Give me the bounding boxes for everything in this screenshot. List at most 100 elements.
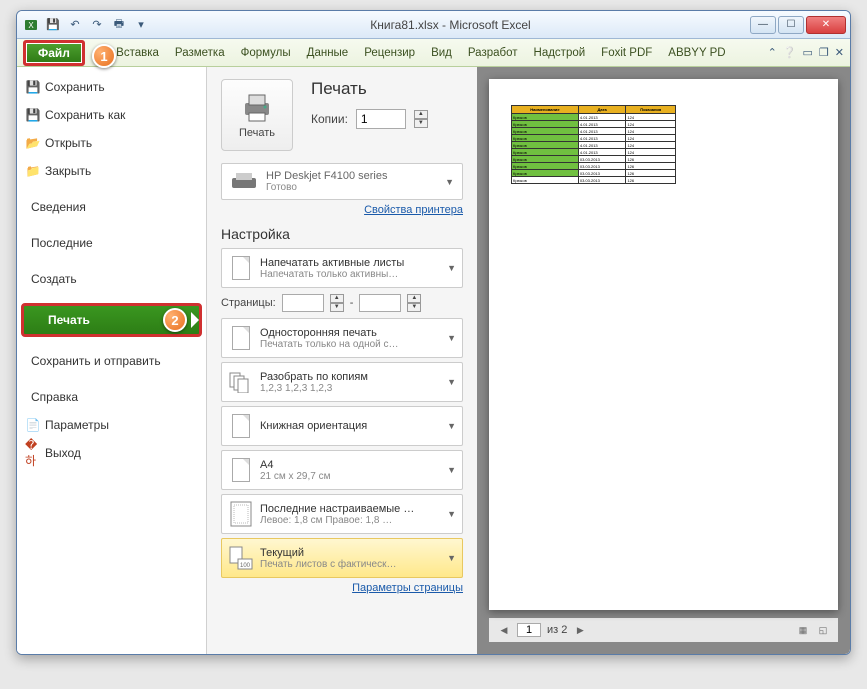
tab-addins[interactable]: Надстрой [527,43,593,63]
maximize-button[interactable]: ☐ [778,16,804,34]
settings-heading: Настройка [221,226,463,242]
tab-data[interactable]: Данные [300,43,356,63]
redo-icon[interactable]: ↷ [87,15,107,35]
setting-print-what[interactable]: Напечатать активные листыНапечатать толь… [221,248,463,288]
svg-text:100: 100 [240,563,251,569]
chevron-down-icon: ▼ [447,465,456,475]
chevron-down-icon: ▼ [447,509,456,519]
chevron-down-icon: ▼ [447,421,456,431]
collate-icon [228,368,254,396]
pages-from-input[interactable] [282,294,324,312]
nav-save[interactable]: 💾Сохранить [17,73,206,101]
quick-access-toolbar: X 💾 ↶ ↷ 🖶 ▾ [21,15,151,35]
pages-range-row: Страницы: ▲▼ - ▲▼ [221,294,463,312]
chevron-down-icon: ▼ [447,263,456,273]
tab-formulas[interactable]: Формулы [234,43,298,63]
show-margins-button[interactable]: ▦ [796,623,810,637]
nav-info[interactable]: Сведения [17,193,206,221]
pages-to-spinner[interactable]: ▲▼ [407,294,421,312]
tab-insert[interactable]: Вставка [109,43,166,63]
window-title: Книга81.xlsx - Microsoft Excel [151,18,750,32]
print-preview: НаименованиеДатаПоказания Крюков4.01.201… [477,67,850,654]
scaling-icon: 100 [228,544,254,572]
excel-icon[interactable]: X [21,15,41,35]
folder-close-icon: 📁 [25,163,41,179]
nav-close[interactable]: 📁Закрыть [17,157,206,185]
setting-margins[interactable]: Последние настраиваемые …Левое: 1,8 см П… [221,494,463,534]
print-heading: Печать [311,79,428,99]
titlebar: X 💾 ↶ ↷ 🖶 ▾ Книга81.xlsx - Microsoft Exc… [17,11,850,39]
file-tab[interactable]: Файл [23,40,85,66]
setting-collate[interactable]: Разобрать по копиям1,2,3 1,2,3 1,2,3 ▼ [221,362,463,402]
tab-abbyy[interactable]: ABBYY PD [661,43,732,63]
help-icon[interactable]: ❔ [783,46,797,59]
margins-icon [228,500,254,528]
single-side-icon [228,324,254,352]
svg-text:X: X [28,21,34,30]
ribbon-right-controls: ⌃ ❔ ▭ ❐ ✕ [768,46,844,59]
print-button[interactable]: Печать [221,79,293,151]
options-icon: 📄 [25,417,41,433]
save-icon[interactable]: 💾 [43,15,63,35]
chevron-down-icon: ▼ [445,177,454,187]
ribbon-minimize-icon[interactable]: ⌃ [768,46,777,59]
tab-view[interactable]: Вид [424,43,459,63]
sheets-icon [228,254,254,282]
zoom-to-page-button[interactable]: ◱ [816,623,830,637]
tab-layout[interactable]: Разметка [168,43,232,63]
preview-page: НаименованиеДатаПоказания Крюков4.01.201… [489,79,838,610]
chevron-down-icon: ▼ [447,553,456,563]
nav-print-label: Печать [48,313,90,327]
page-number-input[interactable] [517,623,541,637]
close-button[interactable]: ✕ [806,16,846,34]
doc-restore-icon[interactable]: ❐ [819,46,829,59]
minimize-button[interactable]: — [750,16,776,34]
callout-1: 1 [92,44,116,68]
page-total-label: из 2 [547,624,567,636]
chevron-down-icon: ▼ [447,377,456,387]
pages-to-input[interactable] [359,294,401,312]
print-panel: Печать Печать Копии: ▲▼ HP Deskje [207,67,850,654]
nav-share[interactable]: Сохранить и отправить [17,347,206,375]
printer-properties-link[interactable]: Свойства принтера [221,204,463,216]
copies-spinner[interactable]: ▲▼ [414,110,428,128]
undo-icon[interactable]: ↶ [65,15,85,35]
page-setup-link[interactable]: Параметры страницы [221,582,463,594]
setting-scaling[interactable]: 100 ТекущийПечать листов с фактическ… ▼ [221,538,463,578]
nav-help[interactable]: Справка [17,383,206,411]
callout-2: 2 [163,308,187,332]
preview-table: НаименованиеДатаПоказания Крюков4.01.201… [511,105,676,184]
setting-duplex[interactable]: Односторонняя печатьПечатать только на о… [221,318,463,358]
tab-review[interactable]: Рецензир [357,43,422,63]
print-quick-icon[interactable]: 🖶 [109,15,129,35]
preview-footer: ◀ из 2 ▶ ▦ ◱ [489,618,838,642]
portrait-icon [228,412,254,440]
paper-icon [228,456,254,484]
copies-input[interactable] [356,109,406,129]
nav-new[interactable]: Создать [17,265,206,293]
nav-print[interactable]: Печать 2 [21,303,202,337]
save-as-icon: 💾 [25,107,41,123]
chevron-down-icon: ▼ [447,333,456,343]
print-settings-column: Печать Печать Копии: ▲▼ HP Deskje [207,67,477,654]
printer-small-icon [230,172,258,192]
printer-selector[interactable]: HP Deskjet F4100 series Готово ▼ [221,163,463,200]
nav-exit[interactable]: �하Выход [17,439,206,467]
save-icon: 💾 [25,79,41,95]
qat-dropdown-icon[interactable]: ▾ [131,15,151,35]
printer-status: Готово [266,182,437,193]
tab-foxit[interactable]: Foxit PDF [594,43,659,63]
tab-developer[interactable]: Разработ [461,43,525,63]
nav-options[interactable]: 📄Параметры [17,411,206,439]
setting-orientation[interactable]: Книжная ориентация ▼ [221,406,463,446]
pages-from-spinner[interactable]: ▲▼ [330,294,344,312]
printer-icon [241,91,273,123]
doc-close-icon[interactable]: ✕ [835,46,844,59]
next-page-button[interactable]: ▶ [573,623,587,637]
doc-minimize-icon[interactable]: ▭ [803,46,813,59]
nav-save-as[interactable]: 💾Сохранить как [17,101,206,129]
nav-open[interactable]: 📂Открыть [17,129,206,157]
nav-recent[interactable]: Последние [17,229,206,257]
setting-paper-size[interactable]: A421 см x 29,7 см ▼ [221,450,463,490]
prev-page-button[interactable]: ◀ [497,623,511,637]
